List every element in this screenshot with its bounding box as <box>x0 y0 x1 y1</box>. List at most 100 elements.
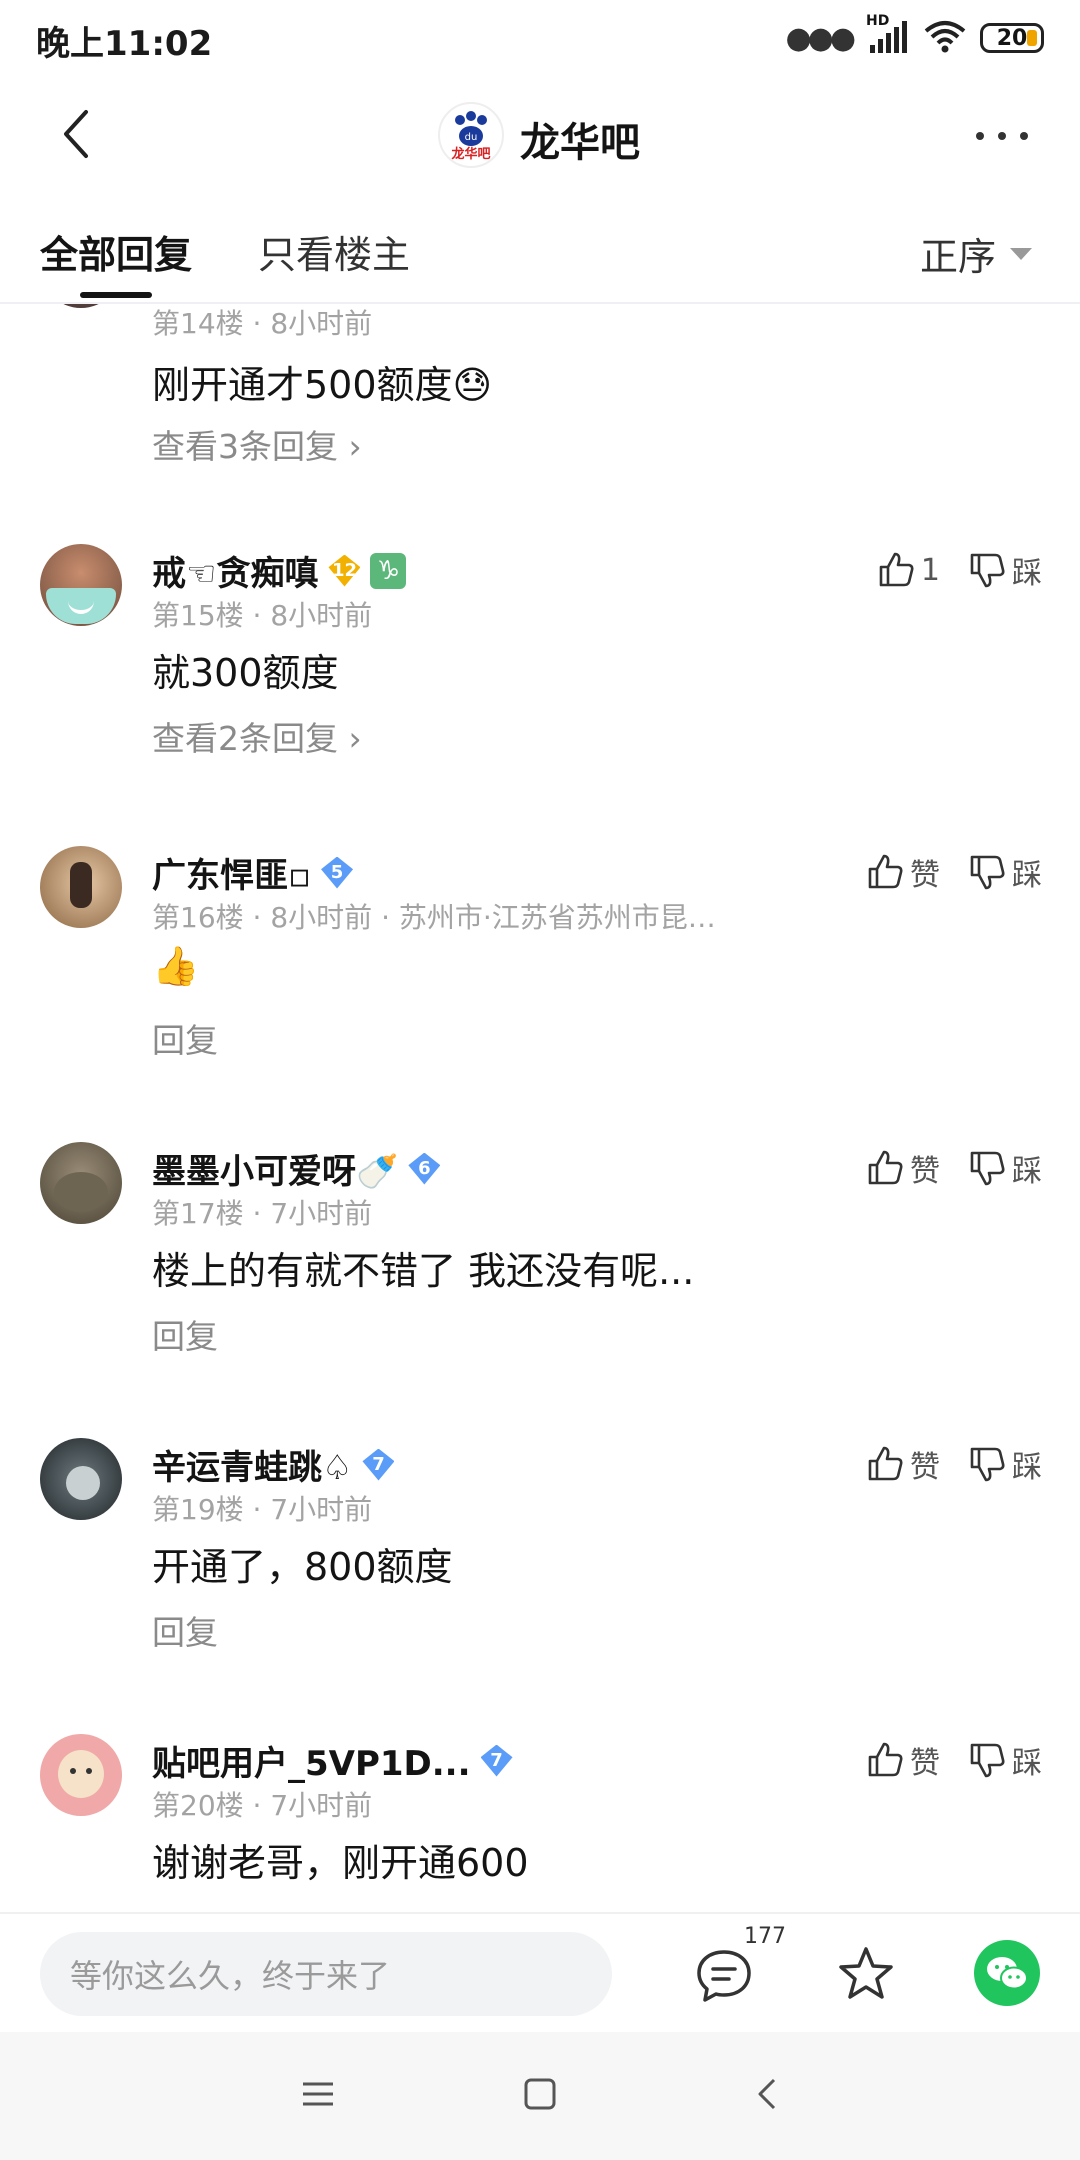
username[interactable]: 戒☜贪痴嗔 12 ♑ <box>152 546 407 595</box>
thumbs-down-icon <box>970 855 1005 890</box>
dislike-label: 踩 <box>1012 1746 1042 1781</box>
avatar[interactable] <box>40 1734 122 1816</box>
like-label: 赞 <box>910 1450 940 1485</box>
reply-input[interactable]: 等你这么久，终于来了 <box>40 1932 612 2016</box>
reply-actions: 赞 踩 <box>866 1442 1042 1486</box>
comment-bubble-icon <box>697 1950 751 2002</box>
triangle-back-icon <box>758 2078 776 2110</box>
tab-all-replies[interactable]: 全部回复 <box>40 224 192 279</box>
comments-button[interactable] <box>694 1948 754 2004</box>
post-time: 8小时前 <box>270 901 373 934</box>
username-text: 戒☜贪痴嗔 <box>152 554 319 594</box>
sort-label: 正序 <box>920 235 997 279</box>
reply-content: 刚开通才500额度😓 <box>152 354 492 409</box>
like-button[interactable]: 1 <box>877 551 940 589</box>
chevron-right-icon: › <box>348 427 362 466</box>
thumbs-down-icon <box>970 553 1005 588</box>
reply-link[interactable]: 回复 <box>152 1310 218 1358</box>
reply-meta: 第16楼 · 8小时前 · 苏州市·江苏省苏州市昆… <box>152 901 716 934</box>
thumbs-up-icon <box>868 1446 903 1481</box>
home-nav-button[interactable] <box>522 2076 558 2116</box>
reply-content: 谢谢老哥，刚开通600 <box>152 1841 529 1885</box>
floor-number: 第17楼 <box>152 1197 244 1230</box>
reply-link[interactable]: 回复 <box>152 1606 218 1654</box>
forum-title[interactable]: 龙华吧 <box>520 110 640 168</box>
reply-actions: 赞 踩 <box>866 1146 1042 1190</box>
username[interactable]: 辛运青蛙跳♤ 7 <box>152 1440 395 1489</box>
more-options-button[interactable] <box>972 124 1032 148</box>
thumbs-down-icon <box>970 1743 1005 1778</box>
star-icon <box>839 1947 893 1999</box>
wechat-share-button[interactable] <box>974 1940 1040 2006</box>
chevron-left-icon <box>64 110 88 158</box>
reply-item: 广东悍匪▫ 5 第16楼 · 8小时前 · 苏州市·江苏省苏州市昆… 赞 踩 👍… <box>0 846 1080 1136</box>
reply-actions: 1 踩 <box>877 548 1042 592</box>
avatar[interactable] <box>40 1438 122 1520</box>
like-button[interactable]: 赞 <box>866 1146 940 1190</box>
thumbs-down-icon <box>970 1151 1005 1186</box>
reply-tabs: 全部回复 只看楼主 正序 <box>0 196 1080 304</box>
reply-meta: 第17楼 · 7小时前 <box>152 1197 373 1230</box>
wechat-icon <box>987 1957 1028 1990</box>
signal-icon: HD <box>866 13 910 55</box>
system-nav-bar <box>0 2032 1080 2160</box>
tab-owner-only[interactable]: 只看楼主 <box>258 224 410 279</box>
reply-item: 辛运青蛙跳♤ 7 第19楼 · 7小时前 赞 踩 开通了，800额度 回复 <box>0 1438 1080 1728</box>
dislike-button[interactable]: 踩 <box>968 1442 1042 1486</box>
reply-link[interactable]: 回复 <box>152 1014 218 1062</box>
username-text: 广东悍匪▫ <box>152 856 312 896</box>
dislike-button[interactable]: 踩 <box>968 1738 1042 1782</box>
level-badge: 5 <box>321 856 354 889</box>
floor-number: 第16楼 <box>152 901 244 934</box>
username[interactable]: 墨墨小可爱呀🍼 6 <box>152 1144 441 1193</box>
reply-content: 就300额度 <box>152 651 339 695</box>
location: 苏州市·江苏省苏州市昆… <box>398 901 716 934</box>
reply-item: 第14楼 · 8小时前 刚开通才500额度😓 查看3条回复 › <box>0 302 1080 566</box>
floor-number: 第15楼 <box>152 599 244 632</box>
view-replies-link[interactable]: 查看3条回复 › <box>152 420 362 468</box>
menu-icon <box>303 2082 333 2106</box>
like-button[interactable]: 赞 <box>866 1442 940 1486</box>
logo-label: 龙华吧 <box>451 146 490 162</box>
favorite-button[interactable] <box>836 1944 896 2004</box>
thumbs-up-icon <box>868 1150 903 1185</box>
avatar[interactable] <box>40 1142 122 1224</box>
reply-meta: 第15楼 · 8小时前 <box>152 599 373 632</box>
comment-count: 177 <box>744 1924 786 1949</box>
floor-number: 第14楼 <box>152 307 244 340</box>
thumbs-down-icon <box>970 1447 1005 1482</box>
username-text: 墨墨小可爱呀🍼 <box>152 1152 399 1192</box>
avatar[interactable] <box>40 544 122 626</box>
dislike-label: 踩 <box>1012 1154 1042 1189</box>
reply-bar: 等你这么久，终于来了 177 <box>0 1912 1080 2032</box>
like-label: 赞 <box>910 1154 940 1189</box>
username[interactable]: 贴吧用户_5VP1D... 7 <box>152 1736 513 1785</box>
back-nav-button[interactable] <box>750 2076 786 2116</box>
post-time: 8小时前 <box>270 307 373 340</box>
sort-dropdown[interactable]: 正序 <box>920 226 1033 281</box>
status-icons: ●●● HD 20 <box>785 13 1044 58</box>
thumbs-up-emoji-icon: 👍 <box>152 944 200 988</box>
menu-nav-button[interactable] <box>300 2076 336 2116</box>
username[interactable]: 广东悍匪▫ 5 <box>152 848 354 897</box>
reply-text: 刚开通才500额度 <box>152 363 453 407</box>
dislike-label: 踩 <box>1012 1450 1042 1485</box>
reply-meta: 第14楼 · 8小时前 <box>152 307 373 340</box>
dislike-button[interactable]: 踩 <box>968 850 1042 894</box>
view-replies-link[interactable]: 查看2条回复 › <box>152 712 362 760</box>
wifi-icon <box>924 19 966 57</box>
dislike-button[interactable]: 踩 <box>968 1146 1042 1190</box>
thumbs-up-icon <box>879 552 914 587</box>
zodiac-badge: ♑ <box>370 552 407 589</box>
thumbs-up-icon <box>868 1742 903 1777</box>
like-label: 赞 <box>910 858 940 893</box>
reply-item: 墨墨小可爱呀🍼 6 第17楼 · 7小时前 赞 踩 楼上的有就不错了 我还没有呢… <box>0 1142 1080 1432</box>
level-badge: 7 <box>480 1744 513 1777</box>
forum-logo[interactable]: du 龙华吧 <box>438 102 504 168</box>
dislike-button[interactable]: 踩 <box>968 548 1042 592</box>
avatar[interactable] <box>40 846 122 928</box>
like-button[interactable]: 赞 <box>866 850 940 894</box>
like-button[interactable]: 赞 <box>866 1738 940 1782</box>
back-button[interactable] <box>52 104 112 164</box>
reply-meta: 第19楼 · 7小时前 <box>152 1493 373 1526</box>
